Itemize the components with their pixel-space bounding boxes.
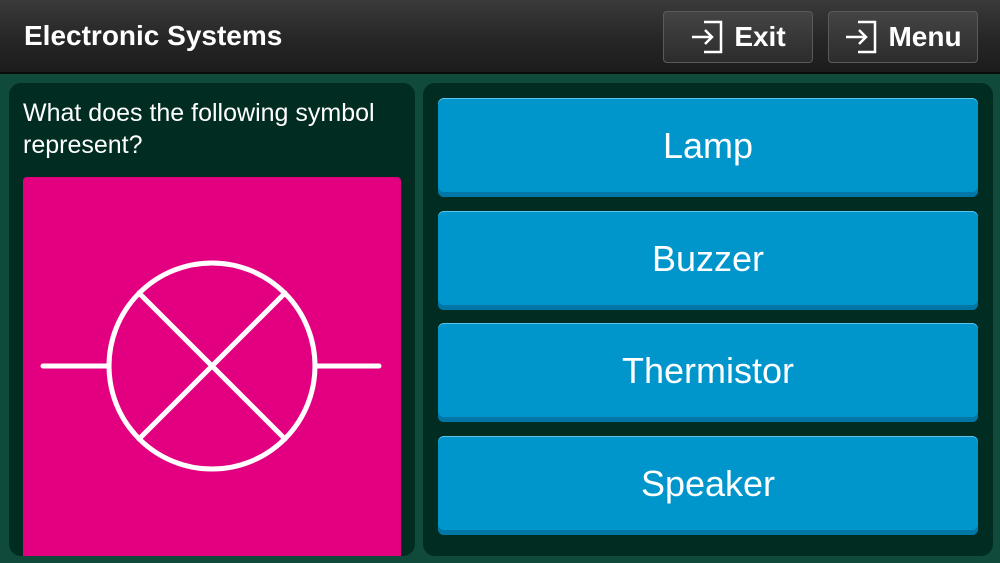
menu-label: Menu xyxy=(888,21,962,52)
exit-icon xyxy=(692,20,723,54)
answer-button-lamp[interactable]: Lamp xyxy=(438,98,978,197)
answer-button-buzzer[interactable]: Buzzer xyxy=(438,211,978,310)
answers-panel: Lamp Buzzer Thermistor Speaker xyxy=(423,83,993,556)
question-panel: What does the following symbol represent… xyxy=(9,83,415,556)
question-text: What does the following symbol represent… xyxy=(23,99,375,159)
exit-button[interactable]: Exit xyxy=(663,11,813,63)
menu-button[interactable]: Menu xyxy=(828,11,978,63)
exit-label: Exit xyxy=(734,21,786,52)
top-bar: Electronic Systems Exit Menu xyxy=(0,0,1000,74)
symbol-card xyxy=(23,177,401,556)
menu-icon xyxy=(846,20,877,54)
answer-button-thermistor[interactable]: Thermistor xyxy=(438,323,978,422)
answer-button-speaker[interactable]: Speaker xyxy=(438,436,978,535)
app-title: Electronic Systems xyxy=(24,20,283,51)
lamp-symbol-icon xyxy=(40,260,382,472)
